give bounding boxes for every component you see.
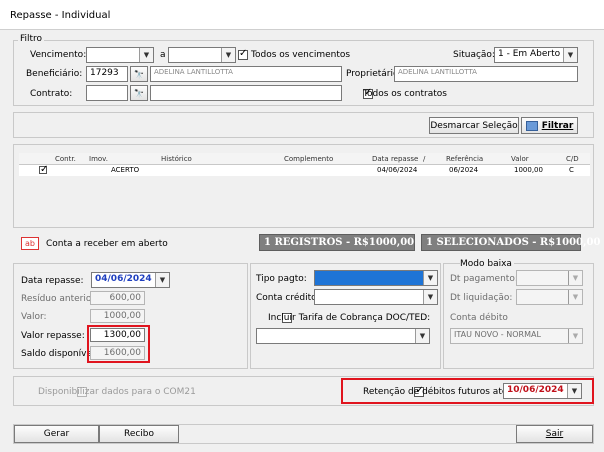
grid-header: Contr. Imov. Histórico Complemento Data … <box>19 153 590 165</box>
binoculars-icon: 🔭 <box>134 69 144 79</box>
proprietario-label: Proprietário <box>346 69 399 79</box>
chevron-down-icon: ▼ <box>221 48 235 62</box>
todos-vencimentos-label: Todos os vencimentos <box>251 50 351 60</box>
grid-inner: Contr. Imov. Histórico Complemento Data … <box>19 153 590 225</box>
filter-group-label: Filtro <box>18 34 45 44</box>
vencimento-label: Vencimento: <box>30 50 87 60</box>
chevron-down-icon: ▼ <box>155 273 169 287</box>
col-contr[interactable]: Contr. <box>55 155 76 163</box>
beneficiario-name-input[interactable]: ADELINA LANTILLOTTA <box>150 66 342 82</box>
conta-debito-label: Conta débito <box>450 313 508 323</box>
a-label: a <box>160 50 166 60</box>
legend-swatch: ab <box>21 237 39 250</box>
cell-data-repasse: 04/06/2024 <box>377 166 418 174</box>
sair-label: Sair <box>545 429 564 439</box>
chevron-down-icon: ▼ <box>423 271 437 285</box>
legend-icon-text: ab <box>25 239 35 248</box>
data-repasse-label: Data repasse: <box>21 276 84 286</box>
col-data-repasse[interactable]: Data repasse <box>372 155 418 163</box>
contrato-input[interactable] <box>86 85 128 101</box>
col-sort-indicator: / <box>423 155 426 163</box>
contrato-search-button[interactable]: 🔭 <box>130 85 148 101</box>
dt-pagamento-select: ▼ <box>516 270 583 286</box>
valor-field: 1000,00 <box>90 309 145 323</box>
table-row[interactable]: ACERTO 04/06/2024 06/2024 1000,00 C <box>19 164 590 176</box>
tarifa-select[interactable]: ▼ <box>256 328 430 344</box>
filtrar-button[interactable]: Filtrar <box>521 117 578 134</box>
beneficiario-search-button[interactable]: 🔭 <box>130 66 148 82</box>
situacao-value: 1 - Em Aberto <box>498 49 561 59</box>
residuo-label: Resíduo anterior: <box>21 294 98 304</box>
valor-label: Valor: <box>21 312 47 322</box>
chevron-down-icon: ▼ <box>568 290 582 304</box>
retencao-date-select[interactable]: 10/06/2024 ▼ <box>503 383 582 399</box>
repasse-grid: Contr. Imov. Histórico Complemento Data … <box>13 144 594 228</box>
conta-credito-select[interactable]: ▼ <box>314 289 438 305</box>
selecionados-bar: 1 SELECIONADOS - R$1000,00 <box>421 234 600 251</box>
tipo-pagto-select[interactable]: ▼ <box>314 270 438 286</box>
residuo-field: 600,00 <box>90 291 145 305</box>
todos-vencimentos-checkbox[interactable] <box>238 48 248 60</box>
recibo-button[interactable]: Recibo <box>99 425 179 443</box>
col-historico[interactable]: Histórico <box>161 155 192 163</box>
chevron-down-icon: ▼ <box>568 329 582 343</box>
chevron-down-icon: ▼ <box>563 48 577 62</box>
chevron-down-icon: ▼ <box>567 384 581 398</box>
com21-label: Disponibilizar dados para o COM21 <box>38 387 196 397</box>
conta-debito-value: ITAU NOVO - NORMAL <box>454 330 541 339</box>
contrato-label: Contrato: <box>30 89 73 99</box>
col-cd[interactable]: C/D <box>566 155 579 163</box>
registros-bar: 1 REGISTROS - R$1000,00 <box>259 234 415 251</box>
chevron-down-icon: ▼ <box>139 48 153 62</box>
col-complemento[interactable]: Complemento <box>284 155 333 163</box>
vencimento-start-select[interactable]: ▼ <box>86 47 154 63</box>
chevron-down-icon: ▼ <box>423 290 437 304</box>
conta-debito-select: ITAU NOVO - NORMAL ▼ <box>450 328 583 344</box>
desmarcar-selecao-button[interactable]: Desmarcar Seleção <box>429 117 519 134</box>
retencao-date-value: 10/06/2024 <box>507 385 564 395</box>
beneficiario-code-input[interactable]: 17293 <box>86 66 128 82</box>
data-repasse-value: 04/06/2024 <box>95 274 152 284</box>
retencao-label: Retenção de débitos futuros até: <box>363 387 511 397</box>
cell-referencia: 06/2024 <box>449 166 479 174</box>
beneficiario-label: Beneficiário: <box>26 69 83 79</box>
cell-cd: C <box>569 166 574 174</box>
col-referencia[interactable]: Referência <box>446 155 483 163</box>
cell-valor: 1000,00 <box>514 166 543 174</box>
title-bar: Repasse - Individual <box>0 0 604 30</box>
chevron-down-icon: ▼ <box>415 329 429 343</box>
filter-icon <box>525 120 538 131</box>
tipo-pagto-label: Tipo pagto: <box>256 274 307 284</box>
dt-pagamento-label: Dt pagamento: <box>450 274 518 284</box>
data-repasse-select[interactable]: 04/06/2024 ▼ <box>91 272 170 288</box>
col-valor[interactable]: Valor <box>511 155 529 163</box>
modo-baixa-label: Modo baixa <box>460 259 514 269</box>
situacao-label: Situação: <box>453 50 495 60</box>
sair-button[interactable]: Sair <box>516 425 593 443</box>
col-imov[interactable]: Imov. <box>89 155 108 163</box>
vencimento-end-select[interactable]: ▼ <box>168 47 236 63</box>
binoculars-icon: 🔭 <box>134 88 144 98</box>
todos-contratos-label: Todos os contratos <box>363 89 447 99</box>
conta-credito-label: Conta crédito: <box>256 293 320 303</box>
proprietario-name-input[interactable]: ADELINA LANTILLOTTA <box>394 66 578 82</box>
cell-historico: ACERTO <box>111 166 140 174</box>
chevron-down-icon: ▼ <box>568 271 582 285</box>
dt-liquidacao-select: ▼ <box>516 289 583 305</box>
window-title: Repasse - Individual <box>10 10 111 21</box>
situacao-select[interactable]: 1 - Em Aberto ▼ <box>494 47 578 63</box>
contrato-desc-input[interactable] <box>150 85 342 101</box>
valor-repasse-label: Valor repasse: <box>21 331 85 341</box>
filtrar-label: Filtrar <box>541 120 574 131</box>
dt-liquidacao-label: Dt liquidação: <box>450 293 513 303</box>
valor-saldo-highlight <box>87 325 150 363</box>
row-select-checkbox[interactable] <box>39 164 48 175</box>
gerar-button[interactable]: Gerar <box>14 425 99 443</box>
incluir-tarifa-label: Incluir Tarifa de Cobrança DOC/TED: <box>268 313 431 323</box>
legend-text: Conta a receber em aberto <box>46 239 168 249</box>
